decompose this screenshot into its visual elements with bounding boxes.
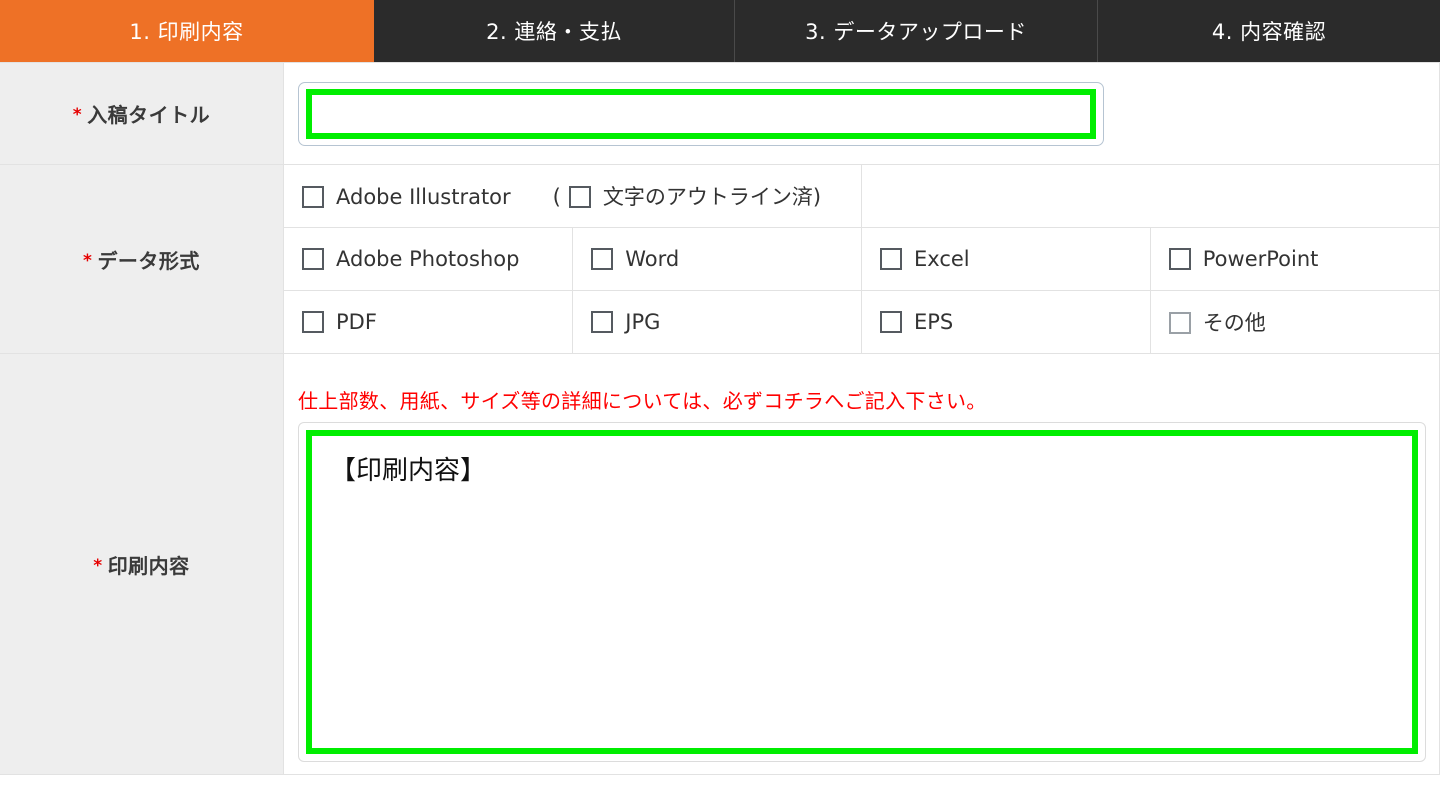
checkbox-cell-excel[interactable]: Excel: [861, 227, 1151, 291]
label-data-format: * データ形式: [0, 164, 284, 354]
format-row-2: Adobe Photoshop Word Excel PowerPoint: [284, 227, 1439, 291]
form-row-data-format: * データ形式 Adobe Illustrator (文字のアウトライン済) Ad…: [0, 164, 1440, 354]
checkbox-word-icon[interactable]: [591, 248, 614, 270]
checkbox-eps-icon[interactable]: [880, 311, 902, 333]
checkbox-cell-photoshop[interactable]: Adobe Photoshop: [284, 227, 574, 291]
checkbox-label: PDF: [336, 310, 377, 334]
print-content-notice: 仕上部数、用紙、サイズ等の詳細については、必ずコチラへご記入下さい。: [298, 388, 987, 413]
label-print-content: * 印刷内容: [0, 353, 284, 775]
print-content-textarea-frame[interactable]: [298, 421, 1426, 762]
tab-step-2-contact-payment[interactable]: 2. 連絡・支払: [374, 0, 735, 62]
required-asterisk: *: [83, 250, 93, 271]
checkbox-pdf-icon[interactable]: [302, 311, 324, 333]
checkbox-label: Adobe Illustrator: [336, 185, 511, 209]
checkbox-text-outlined-icon[interactable]: [568, 186, 591, 208]
checkbox-cell-eps[interactable]: EPS: [861, 290, 1151, 353]
tab-step-1-print-content[interactable]: 1. 印刷内容: [0, 0, 374, 62]
checkbox-label: 文字のアウトライン済: [602, 185, 813, 209]
tab-label: 1. 印刷内容: [129, 20, 244, 44]
submission-form-page: 1. 印刷内容 2. 連絡・支払 3. データアップロード 4. 内容確認 * 入…: [0, 0, 1440, 800]
checkbox-photoshop-icon[interactable]: [302, 248, 324, 270]
submission-form-table: * 入稿タイトル * データ形式 Adobe Illustrator (文字の…: [0, 62, 1440, 775]
checkbox-label: EPS: [914, 310, 954, 334]
title-input-wrap: [284, 64, 1439, 164]
checkbox-label: Adobe Photoshop: [336, 247, 520, 271]
title-input[interactable]: [306, 88, 1096, 139]
checkbox-label: その他: [1202, 311, 1266, 335]
checkbox-cell-jpg[interactable]: JPG: [572, 290, 862, 353]
outline-option[interactable]: (文字のアウトライン済): [553, 185, 821, 209]
checkbox-cell-pdf[interactable]: PDF: [284, 290, 574, 353]
print-content-wrap: 仕上部数、用紙、サイズ等の詳細については、必ずコチラへご記入下さい。: [284, 367, 1439, 762]
label-text: データ形式: [97, 248, 200, 273]
checkbox-cell-other[interactable]: その他: [1149, 290, 1439, 353]
step-tab-bar: 1. 印刷内容 2. 連絡・支払 3. データアップロード 4. 内容確認: [0, 0, 1440, 62]
checkbox-label: PowerPoint: [1202, 247, 1319, 271]
field-print-content: 仕上部数、用紙、サイズ等の詳細については、必ずコチラへご記入下さい。: [283, 353, 1440, 775]
required-asterisk: *: [72, 105, 83, 125]
checkbox-cell-illustrator[interactable]: Adobe Illustrator (文字のアウトライン済): [284, 165, 862, 228]
format-row-3: PDF JPG EPS その他: [284, 290, 1439, 353]
tab-label: 3. データアップロード: [805, 20, 1027, 44]
tab-label: 2. 連絡・支払: [486, 20, 622, 44]
checkbox-other-icon[interactable]: [1168, 312, 1191, 334]
checkbox-label: Excel: [914, 247, 970, 271]
format-cell-empty: [861, 165, 1439, 228]
field-title: [283, 62, 1440, 165]
checkbox-powerpoint-icon[interactable]: [1168, 248, 1191, 270]
checkbox-cell-word[interactable]: Word: [572, 227, 862, 291]
checkbox-cell-powerpoint[interactable]: PowerPoint: [1149, 227, 1439, 291]
data-format-checkbox-grid: Adobe Illustrator (文字のアウトライン済) Adobe Phot…: [284, 165, 1439, 353]
field-data-format: Adobe Illustrator (文字のアウトライン済) Adobe Phot…: [283, 164, 1440, 354]
checkbox-label: Word: [625, 247, 680, 271]
form-row-print-content: * 印刷内容 仕上部数、用紙、サイズ等の詳細については、必ずコチラへご記入下さい。: [0, 353, 1440, 775]
label-text: 入稿タイトル: [87, 103, 211, 127]
label-text: 印刷内容: [107, 553, 190, 578]
checkbox-label: JPG: [625, 310, 661, 334]
tab-label: 4. 内容確認: [1211, 20, 1327, 44]
print-content-textarea[interactable]: [306, 429, 1418, 754]
title-input-frame[interactable]: [298, 81, 1104, 146]
tab-step-4-confirmation[interactable]: 4. 内容確認: [1098, 0, 1440, 62]
checkbox-illustrator-icon[interactable]: [302, 186, 324, 208]
label-title: * 入稿タイトル: [0, 62, 284, 165]
checkbox-excel-icon[interactable]: [880, 248, 902, 270]
format-row-1: Adobe Illustrator (文字のアウトライン済): [284, 165, 1439, 228]
tab-step-3-data-upload[interactable]: 3. データアップロード: [735, 0, 1098, 62]
required-asterisk: *: [93, 555, 103, 576]
checkbox-jpg-icon[interactable]: [591, 311, 614, 333]
form-row-title: * 入稿タイトル: [0, 62, 1440, 165]
